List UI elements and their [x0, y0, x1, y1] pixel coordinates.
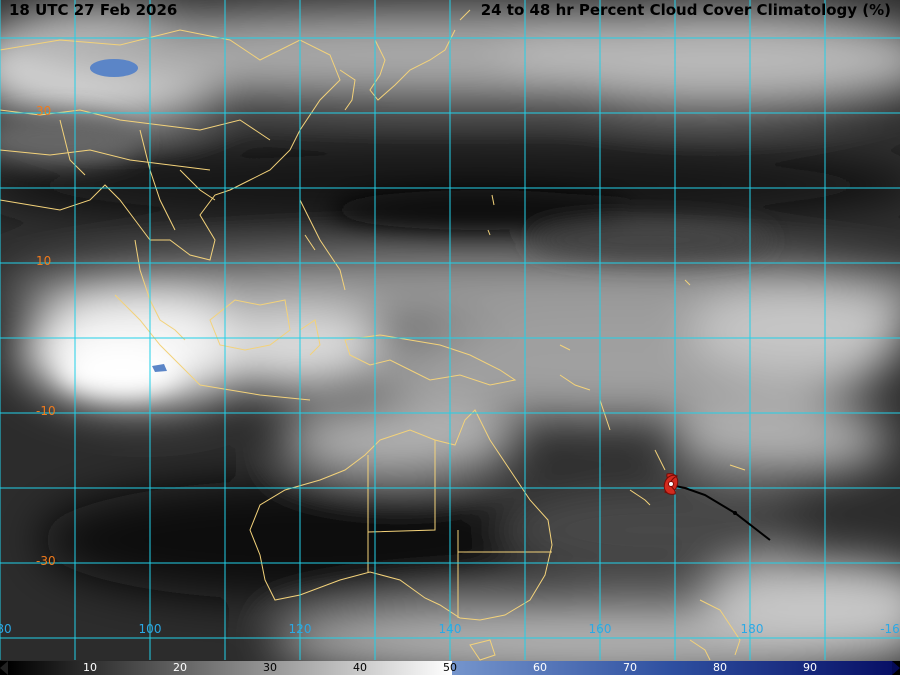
lat-label-10n: 10 [36, 254, 52, 268]
lon-label-120: 120 [288, 622, 312, 636]
track-point [733, 511, 737, 515]
lon-label-180: 180 [740, 622, 764, 636]
colorbar-tick-40: 40 [353, 661, 367, 674]
colorbar-tick-20: 20 [173, 661, 187, 674]
colorbar-tick-10: 10 [83, 661, 97, 674]
colorbar-tick-50: 50 [443, 661, 457, 674]
valid-time-label: 18 UTC 27 Feb 2026 [9, 1, 178, 19]
colorbar-tick-70: 70 [623, 661, 637, 674]
lon-label-160: 160 [588, 622, 612, 636]
lon-label-100: 100 [138, 622, 162, 636]
colorbar-tick-30: 30 [263, 661, 277, 674]
lat-label-30s: -30 [36, 554, 56, 568]
lat-label-10s: -10 [36, 404, 56, 418]
colorbar-tick-90: 90 [803, 661, 817, 674]
lon-label-80: 80 [0, 622, 12, 636]
colorbar-tick-80: 80 [713, 661, 727, 674]
lon-label-140: 140 [438, 622, 462, 636]
product-title: 24 to 48 hr Percent Cloud Cover Climatol… [480, 1, 891, 19]
colorbar-tick-60: 60 [533, 661, 547, 674]
cloud-cover-map [0, 0, 900, 675]
map-viewer: 18 UTC 27 Feb 2026 24 to 48 hr Percent C… [0, 0, 900, 675]
lat-label-30n: 30 [36, 104, 52, 118]
high-cloud-patch [90, 59, 138, 77]
lon-label-minus160: -16 [880, 622, 900, 636]
